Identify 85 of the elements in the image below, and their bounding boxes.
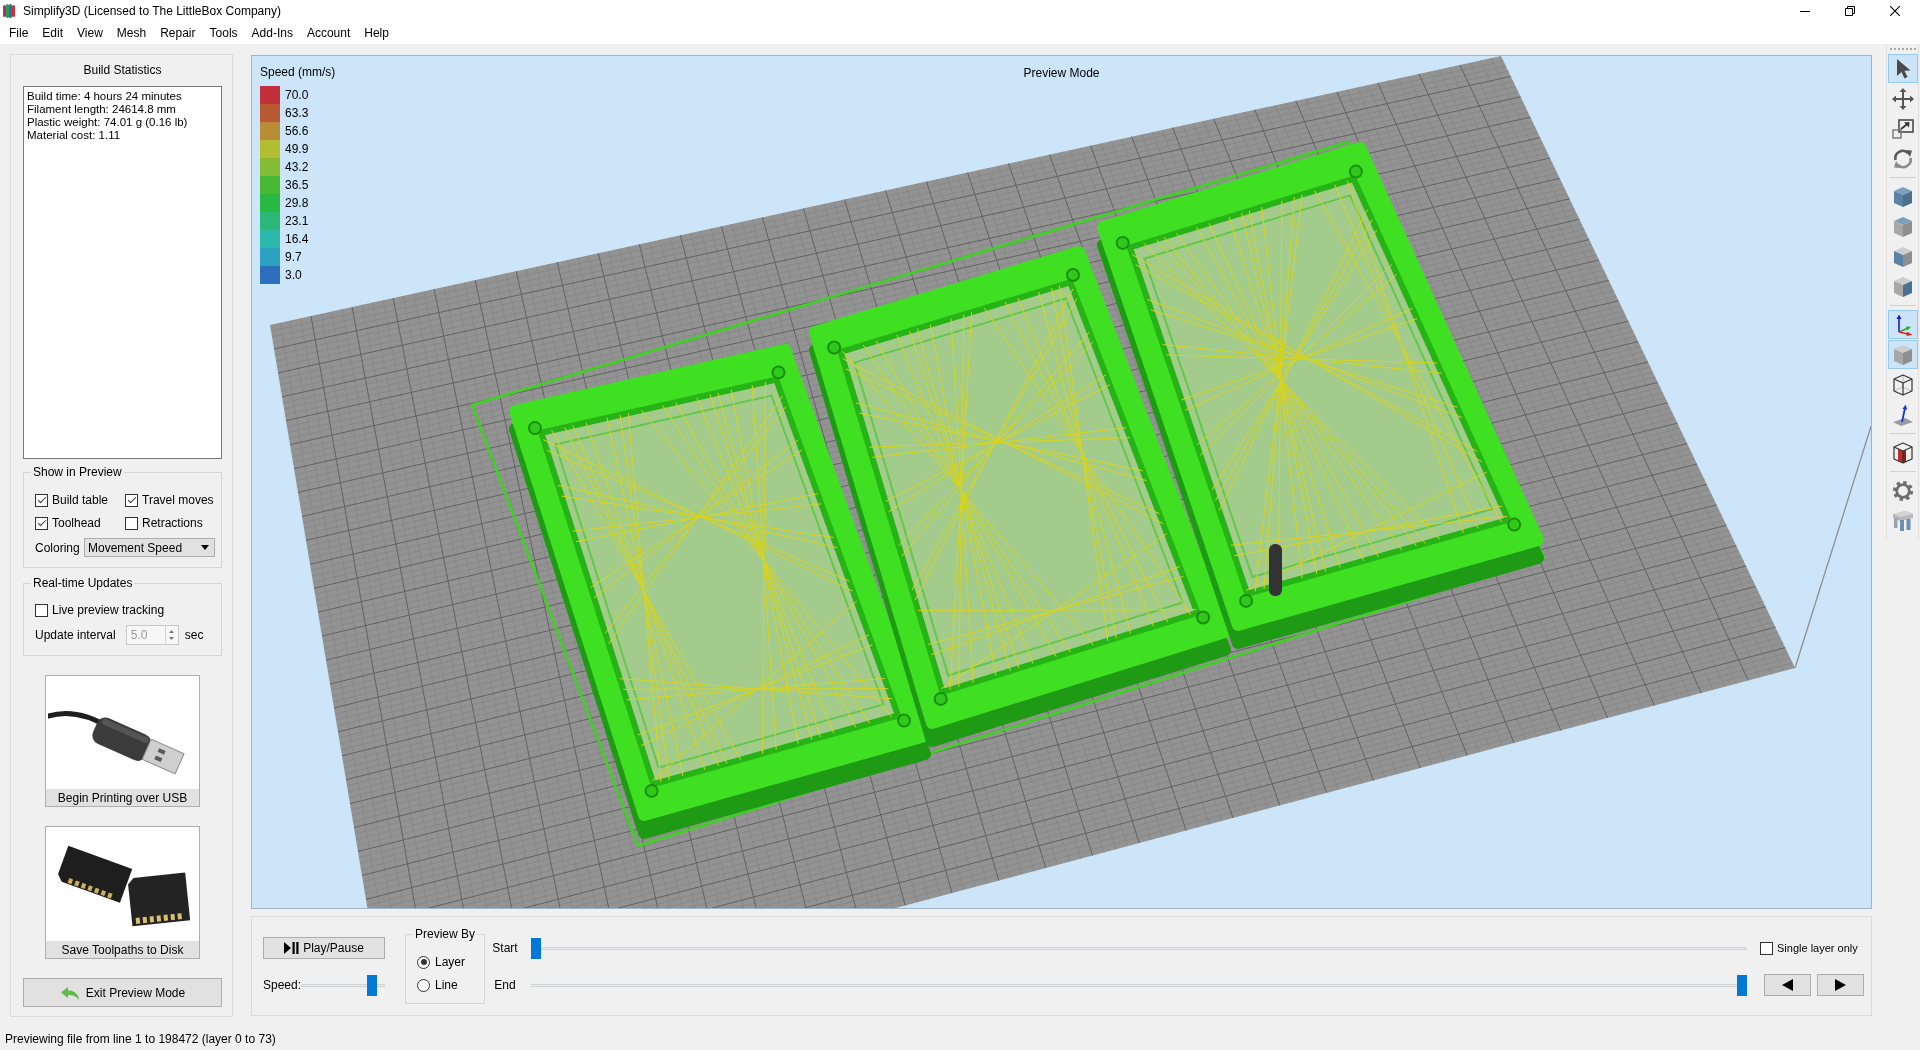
select-tool-button[interactable] [1887,54,1918,83]
menu-item[interactable]: View [70,25,110,41]
menu-item[interactable]: Add-Ins [244,25,300,41]
cross-section-icon [1890,440,1915,465]
legend-title: Speed (mm/s) [260,65,336,79]
radio-label[interactable]: Layer [435,955,466,969]
support-pillars-icon [1890,508,1915,533]
app-logo-icon [3,3,15,19]
statistic-text: Material cost: 1.11 [27,129,121,142]
slider-thumb[interactable] [366,974,377,996]
slider-track[interactable] [531,937,1747,959]
statistic-text: Plastic weight: 74.01 g (0.16 lb) [27,116,188,129]
legend-label: 43.2 [285,160,309,174]
checkbox-label[interactable]: Build table [52,493,109,507]
menu-item[interactable]: Edit [35,25,71,41]
menu-item[interactable]: Tools [202,25,245,41]
slider-label: End [494,978,516,992]
checkbox-label[interactable]: Live preview tracking [52,603,165,617]
toolbar-grip[interactable] [1889,48,1916,51]
back-arrow-icon [59,984,80,1001]
slider-track[interactable] [301,974,386,996]
slider-track[interactable] [531,974,1747,996]
wireframe-cube-icon [1890,372,1915,397]
group-title: Preview By [414,927,477,941]
restore-icon [1844,6,1855,16]
legend-label: 23.1 [285,214,309,228]
checkbox[interactable] [35,493,48,507]
statistic-text: Filament length: 24614.8 mm [27,103,176,116]
legend-label: 3.0 [285,268,302,282]
menu-item[interactable]: Repair [153,25,203,41]
legend-label: 49.9 [285,142,309,156]
legend-label: 70.0 [285,88,309,102]
unit-label: sec [184,628,204,642]
usb-print-button[interactable]: Begin Printing over USB [45,675,200,807]
play-pause-icon [284,942,300,954]
legend-label: 56.6 [285,124,309,138]
save-to-disk-button[interactable]: Save Toolpaths to Disk [45,826,200,959]
move-arrows-icon [1890,86,1915,111]
group-title: Show in Preview [32,465,123,479]
radio-label[interactable]: Line [435,978,458,992]
caret-icon [201,545,209,550]
axes-toggle-button[interactable] [1887,310,1918,339]
status-text: Previewing file from line 1 to 198472 (layer 0 to 73) [5,1032,276,1046]
field-label: Update interval [35,628,116,642]
legend-label: 16.4 [285,232,309,246]
checkbox[interactable] [125,516,138,530]
menu-item[interactable]: File [2,25,36,41]
legend-label: 9.7 [285,250,302,264]
settings-icon [1890,478,1915,503]
checkbox-label[interactable]: Retractions [142,516,203,530]
slider-label: Speed: [263,978,302,992]
legend-label: 29.8 [285,196,309,210]
legend-label: 36.5 [285,178,309,192]
checkbox-label[interactable]: Toolhead [52,516,101,530]
checkbox[interactable] [35,603,48,617]
field-label: Coloring [35,540,80,555]
right-triangle-icon [1835,979,1846,991]
left-triangle-icon [1782,979,1793,991]
checkbox[interactable] [125,493,138,507]
toolhead-pin [1269,544,1282,596]
slider-label: Start [492,941,518,955]
legend-label: 63.3 [285,106,309,120]
viewport-title: Preview Mode [1023,66,1100,80]
previous-button[interactable] [1764,974,1811,996]
coloring-dropdown[interactable]: Movement Speed [84,538,215,557]
play-pause-button[interactable]: Play/Pause [263,937,385,959]
radio-button[interactable] [417,955,430,969]
window-title: Simplify3D (Licensed to The LittleBox Company) [23,3,281,19]
checkbox-label[interactable]: Travel moves [142,493,214,507]
checkbox[interactable] [1760,941,1773,955]
resize-icon [1890,116,1915,141]
checkbox-label[interactable]: Single layer only [1777,941,1858,955]
checkbox[interactable] [35,516,48,530]
statistic-text: Build time: 4 hours 24 minutes [27,90,182,103]
menu-item[interactable]: Account [299,25,358,41]
panel-title: Build Statistics [83,63,162,77]
radio-button[interactable] [417,978,430,992]
slider-thumb[interactable] [531,937,541,959]
exit-preview-button[interactable]: Exit Preview Mode [23,978,222,1007]
menu-item[interactable]: Mesh [109,25,154,41]
close-icon [1889,6,1900,16]
slider-thumb[interactable] [1737,974,1747,996]
group-title: Real-time Updates [32,576,134,590]
menu-item[interactable]: Help [357,25,396,41]
next-button[interactable] [1817,974,1864,996]
